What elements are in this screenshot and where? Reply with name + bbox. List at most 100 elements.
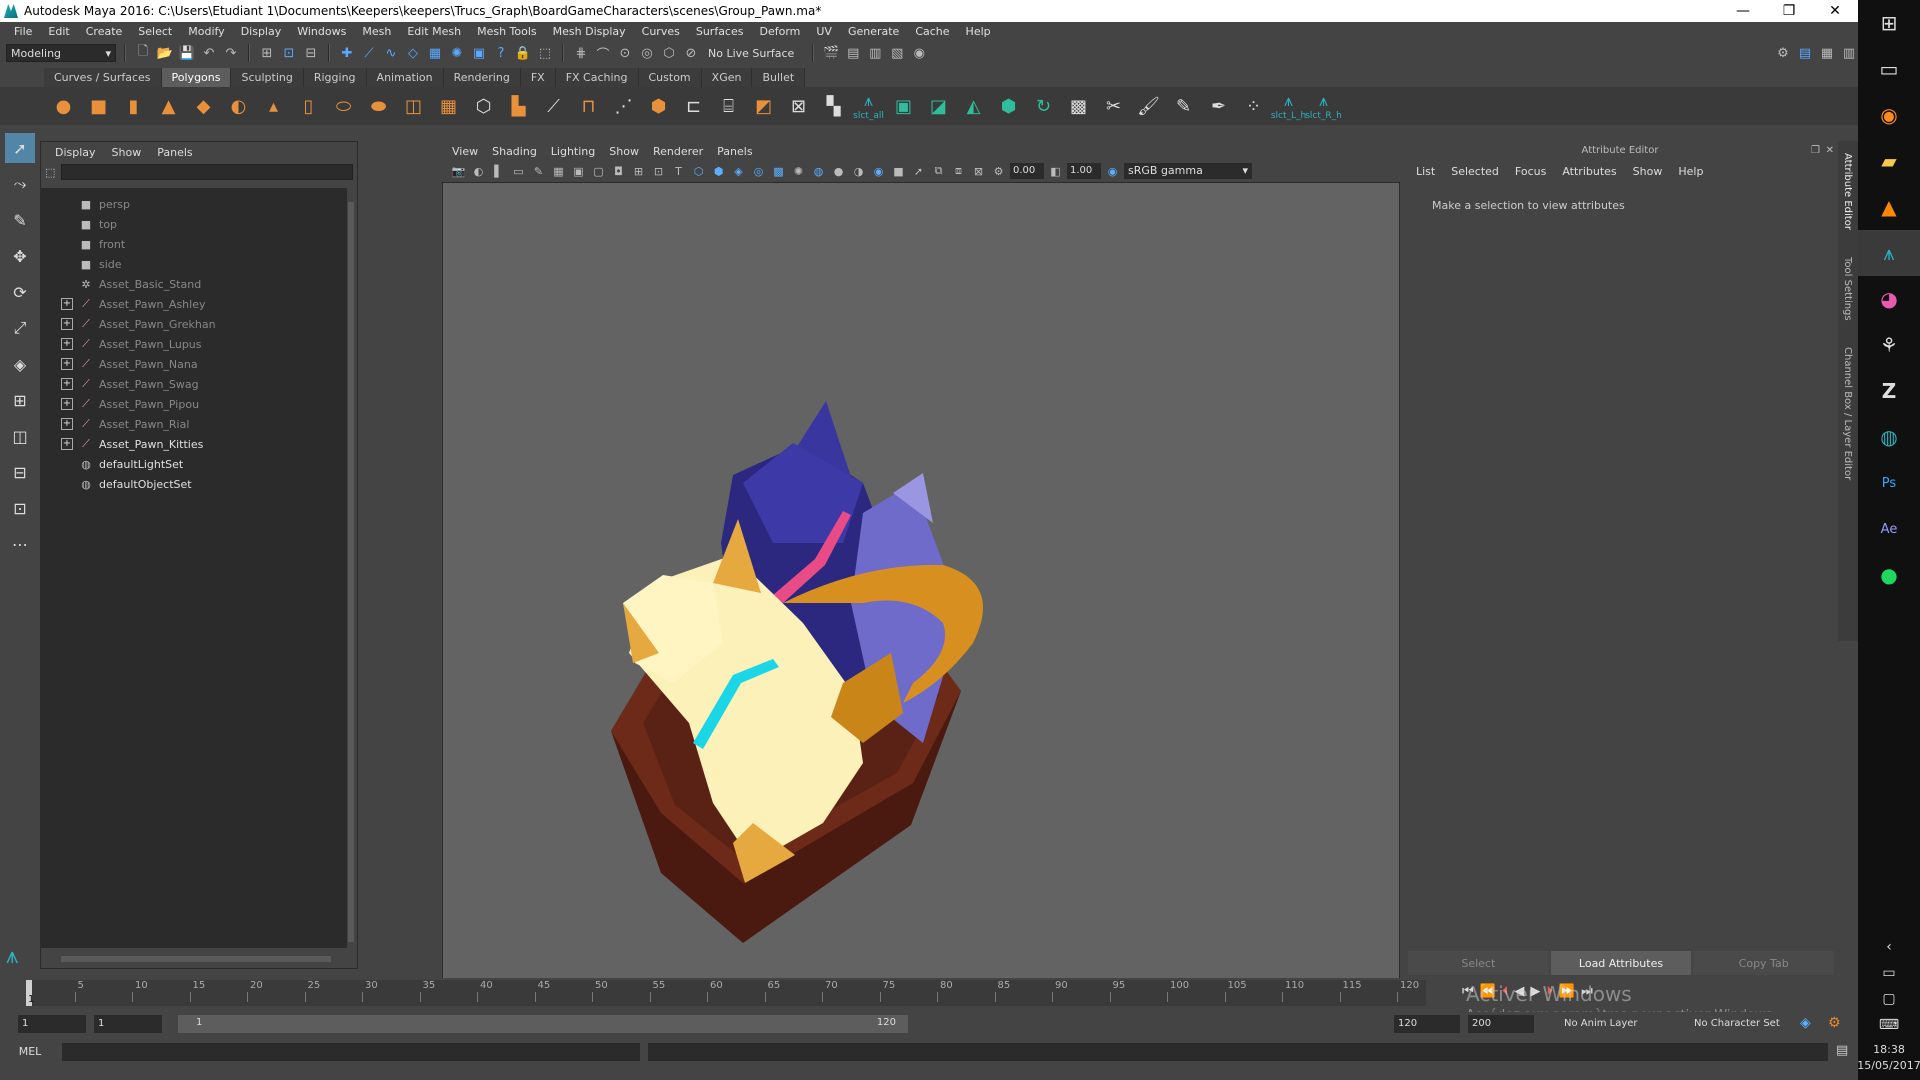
firefox-icon[interactable]: ◉ xyxy=(1858,92,1920,138)
xray-icon[interactable]: ◎ xyxy=(750,163,767,180)
outliner-menu-panels[interactable]: Panels xyxy=(157,146,192,159)
render-view-icon[interactable]: 🎬 xyxy=(822,44,840,62)
render-settings-icon[interactable]: ▧ xyxy=(888,44,906,62)
scale-tool-icon[interactable]: ⤢ xyxy=(5,313,35,343)
windows-start-icon[interactable]: ⊞ xyxy=(1858,0,1920,46)
smooth-icon[interactable]: ▦ xyxy=(433,91,464,121)
wireframe-on-shaded-icon[interactable]: ◈ xyxy=(730,163,747,180)
menu-create[interactable]: Create xyxy=(78,25,131,38)
planar-uv-icon[interactable]: ⌸ xyxy=(713,91,744,121)
camera-icon[interactable]: 📷 xyxy=(450,163,467,180)
outliner-item[interactable]: + ⟋ Asset_Pawn_Ashley xyxy=(41,294,347,314)
photo-app-icon[interactable]: ⚘ xyxy=(1858,322,1920,368)
extrude-icon[interactable]: ▙ xyxy=(503,91,534,121)
photoshop-icon[interactable]: Ps xyxy=(1858,460,1920,506)
camera-uv-icon[interactable]: ⊠ xyxy=(783,91,814,121)
select-button[interactable]: Select xyxy=(1408,951,1549,975)
ae-menu-selected[interactable]: Selected xyxy=(1451,165,1499,178)
undo-icon[interactable]: ↶ xyxy=(200,44,218,62)
menu-edit[interactable]: Edit xyxy=(40,25,77,38)
grid-icon[interactable]: ▦ xyxy=(550,163,567,180)
bridge-icon[interactable]: ⊓ xyxy=(573,91,604,121)
lasso-tool-icon[interactable]: ⤳ xyxy=(5,169,35,199)
menu-generate[interactable]: Generate xyxy=(840,25,907,38)
snap-point-icon[interactable]: ⊙ xyxy=(616,44,634,62)
tab-bullet[interactable]: Bullet xyxy=(752,68,806,87)
boolean-icon[interactable]: ⬡ xyxy=(468,91,499,121)
live-surface-icon[interactable]: ⊘ xyxy=(682,44,700,62)
viewport-menu-view[interactable]: View xyxy=(452,145,478,158)
menu-windows[interactable]: Windows xyxy=(289,25,354,38)
brush-green-icon[interactable]: ✎ xyxy=(1168,91,1199,121)
notifications-icon[interactable]: ▢ xyxy=(1882,986,1895,1012)
menu-edit-mesh[interactable]: Edit Mesh xyxy=(399,25,469,38)
exposure-field[interactable]: 0.00 xyxy=(1010,163,1044,179)
move-tool-icon[interactable]: ✥ xyxy=(5,241,35,271)
image-plane-icon[interactable]: ▭ xyxy=(510,163,527,180)
bevel-icon[interactable]: ⟋ xyxy=(538,91,569,121)
ae-menu-show[interactable]: Show xyxy=(1633,165,1663,178)
channel-box-toggle-icon[interactable]: ▥ xyxy=(1840,44,1858,62)
outliner-menu-display[interactable]: Display xyxy=(55,146,96,159)
rotate-tool-icon[interactable]: ⟳ xyxy=(5,277,35,307)
isolate-select-icon[interactable]: ➚ xyxy=(910,163,927,180)
auto-key-icon[interactable]: ◈ xyxy=(1800,1015,1811,1031)
tab-tool-settings[interactable]: Tool Settings xyxy=(1842,257,1853,321)
menu-mesh[interactable]: Mesh xyxy=(354,25,399,38)
menu-curves[interactable]: Curves xyxy=(634,25,688,38)
outliner-item[interactable]: + ⟋ Asset_Pawn_Rial xyxy=(41,414,347,434)
select-object-icon[interactable]: ⊡ xyxy=(280,44,298,62)
wireframe-icon[interactable]: ⬡ xyxy=(690,163,707,180)
tab-fx-caching[interactable]: FX Caching xyxy=(555,68,639,87)
tab-attribute-editor[interactable]: Attribute Editor xyxy=(1842,153,1853,230)
outliner-item[interactable]: + ⟋ Asset_Pawn_Grekhan xyxy=(41,314,347,334)
motion-blur-icon[interactable]: ◑ xyxy=(850,163,867,180)
scroll-thumb[interactable] xyxy=(61,956,331,962)
maya-taskbar-icon[interactable]: ⩚ xyxy=(1858,230,1920,276)
tab-xgen[interactable]: XGen xyxy=(701,68,753,87)
save-scene-icon[interactable]: 💾 xyxy=(178,44,196,62)
start-time-field[interactable]: 1 xyxy=(18,1015,86,1033)
mel-label[interactable]: MEL xyxy=(0,1045,60,1058)
extract-icon[interactable]: ◫ xyxy=(398,91,429,121)
color-space-select[interactable]: sRGB gamma ▾ xyxy=(1124,163,1252,179)
expand-icon[interactable]: + xyxy=(61,418,73,430)
shadows-icon[interactable]: ◍ xyxy=(810,163,827,180)
poly-cone-icon[interactable]: ▲ xyxy=(153,91,184,121)
poly-sphere-icon[interactable]: ● xyxy=(48,91,79,121)
select-joint-icon[interactable]: ⟋ xyxy=(360,44,378,62)
lock-icon[interactable]: 🔒 xyxy=(514,44,532,62)
poly-torus-icon[interactable]: ◐ xyxy=(223,91,254,121)
menu-uv[interactable]: UV xyxy=(808,25,840,38)
select-curve-icon[interactable]: ∿ xyxy=(382,44,400,62)
select-render-icon[interactable]: ▣ xyxy=(470,44,488,62)
ae-menu-attributes[interactable]: Attributes xyxy=(1562,165,1616,178)
tab-sculpting[interactable]: Sculpting xyxy=(231,68,304,87)
layout-two-icon[interactable]: ◫ xyxy=(5,421,35,451)
outliner-item[interactable]: ✲ Asset_Basic_Stand xyxy=(41,274,347,294)
safe-title-icon[interactable]: T xyxy=(670,163,687,180)
keyboard-icon[interactable]: ⌨ xyxy=(1879,1012,1899,1038)
poly-prism-icon[interactable]: ▴ xyxy=(258,91,289,121)
menu-help[interactable]: Help xyxy=(958,25,999,38)
expand-icon[interactable]: + xyxy=(61,298,73,310)
snap-grid-icon[interactable]: ⋕ xyxy=(572,44,590,62)
bookmark-icon[interactable]: ▌ xyxy=(490,163,507,180)
close-button[interactable]: ✕ xyxy=(1812,0,1858,22)
poly-pipe-icon[interactable]: ▯ xyxy=(293,91,324,121)
poly-cylinder-icon[interactable]: ▮ xyxy=(118,91,149,121)
task-view-icon[interactable]: ▭ xyxy=(1858,46,1920,92)
load-attributes-button[interactable]: Load Attributes xyxy=(1550,951,1692,975)
green-shape-icon[interactable]: ◭ xyxy=(958,91,989,121)
checker-icon[interactable]: ▩ xyxy=(1063,91,1094,121)
xray-joints-icon[interactable]: ⧉ xyxy=(930,163,947,180)
playback-end-field[interactable]: 120 xyxy=(1394,1015,1460,1033)
network-icon[interactable]: ▭ xyxy=(1882,960,1895,986)
layout-custom-icon[interactable]: ⋯ xyxy=(5,529,35,559)
mirror-icon[interactable]: ⊏ xyxy=(678,91,709,121)
outliner-item[interactable]: ■ side xyxy=(41,254,347,274)
menu-deform[interactable]: Deform xyxy=(751,25,808,38)
attribute-editor-toggle-icon[interactable]: ▤ xyxy=(1796,44,1814,62)
command-input[interactable] xyxy=(62,1043,640,1061)
tool-settings-toggle-icon[interactable]: ▦ xyxy=(1818,44,1836,62)
